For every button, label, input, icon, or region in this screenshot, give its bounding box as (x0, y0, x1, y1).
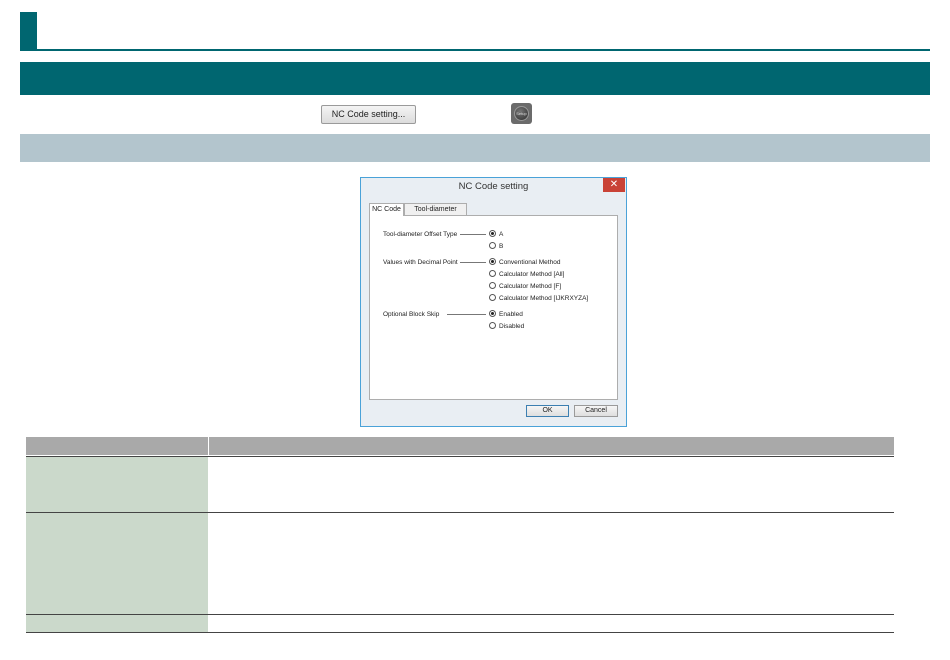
radio-selected-icon (489, 230, 496, 237)
radio-selected-icon (489, 310, 496, 317)
radio-option-calculator-all[interactable]: Calculator Method [All] (489, 270, 564, 279)
radio-option-calculator-ijkrxyza[interactable]: Calculator Method [IJKRXYZA] (489, 294, 588, 303)
group-label-tool-diameter-offset-type: Tool-diameter Offset Type (383, 231, 458, 238)
table-row-3-label-cell (26, 615, 208, 632)
radio-label: Conventional Method (499, 259, 561, 266)
radio-option-b[interactable]: B (489, 242, 503, 251)
table-bottom-rule (26, 632, 894, 633)
tab-panel: Tool-diameter Offset Type A B Values wit… (369, 215, 618, 400)
section-marker (20, 12, 37, 50)
radio-label: A (499, 231, 504, 238)
dialog-title: NC Code setting (458, 181, 529, 192)
radio-option-a[interactable]: A (489, 230, 503, 239)
round-dark-button-icon[interactable]: Setup (511, 103, 532, 124)
round-button-caption: Setup (516, 111, 527, 116)
table-row-1-label-cell (26, 457, 208, 512)
radio-icon (489, 294, 496, 301)
round-button-face: Setup (514, 106, 529, 121)
radio-icon (489, 242, 496, 249)
tab-tool-diameter-offset[interactable]: Tool-diameter Offset (404, 203, 467, 225)
radio-icon (489, 270, 496, 277)
nc-code-setting-dialog: NC Code setting ✕ NC Code Tool-diameter … (360, 177, 627, 427)
radio-label: Calculator Method [All] (499, 271, 565, 278)
nc-code-setting-button[interactable]: NC Code setting... (321, 105, 416, 124)
radio-label: Disabled (499, 323, 525, 330)
subsection-band (20, 134, 930, 162)
radio-icon (489, 282, 496, 289)
radio-label: Calculator Method [F] (499, 283, 562, 290)
ok-button[interactable]: OK (526, 405, 569, 417)
radio-icon (489, 322, 496, 329)
radio-selected-icon (489, 258, 496, 265)
tab-nc-code[interactable]: NC Code (369, 203, 404, 216)
radio-option-conventional-method[interactable]: Conventional Method (489, 258, 560, 267)
radio-option-enabled[interactable]: Enabled (489, 310, 523, 319)
group-label-values-with-decimal-point: Values with Decimal Point (383, 259, 458, 266)
group-label-optional-block-skip: Optional Block Skip (383, 311, 440, 318)
header-rule (20, 49, 930, 51)
radio-label: B (499, 243, 504, 250)
radio-option-calculator-f[interactable]: Calculator Method [F] (489, 282, 561, 291)
close-icon[interactable]: ✕ (603, 178, 625, 192)
radio-label: Calculator Method [IJKRXYZA] (499, 295, 589, 302)
table-header-divider (208, 437, 209, 455)
cancel-button[interactable]: Cancel (574, 405, 618, 417)
section-title-band (20, 62, 930, 95)
table-row-2-label-cell (26, 513, 208, 614)
radio-label: Enabled (499, 311, 523, 318)
radio-option-disabled[interactable]: Disabled (489, 322, 524, 331)
leader-line (460, 234, 486, 235)
manual-page: NC Code setting... Setup NC Code setting… (0, 0, 950, 660)
leader-line (447, 314, 486, 315)
leader-line (460, 262, 486, 263)
table-header (26, 437, 894, 455)
